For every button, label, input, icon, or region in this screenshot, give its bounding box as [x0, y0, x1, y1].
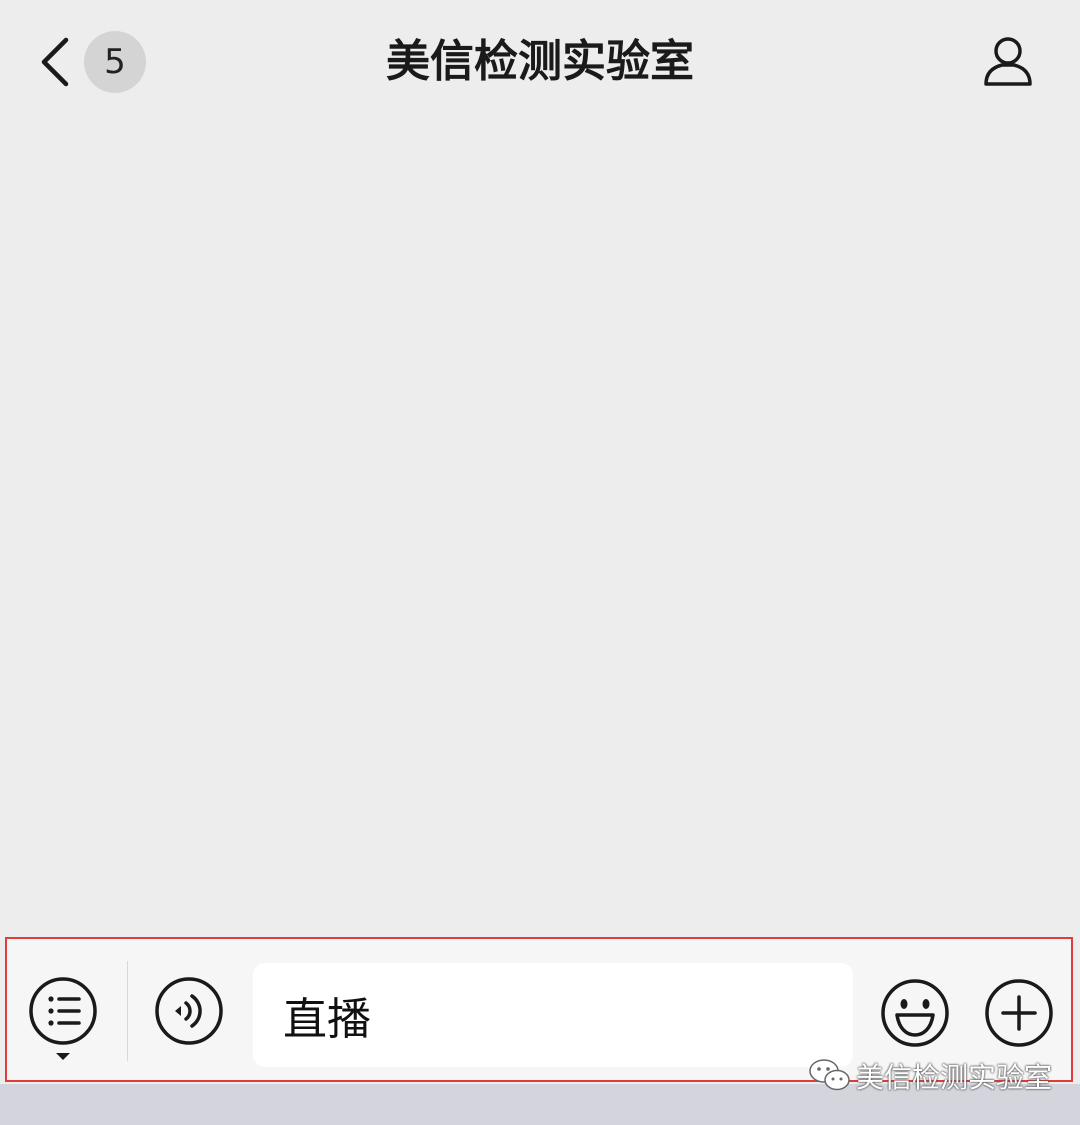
toolbar-divider — [127, 961, 128, 1061]
watermark-text: 美信检测实验室 — [856, 1061, 1053, 1094]
message-input[interactable] — [253, 963, 853, 1067]
chevron-left-icon — [41, 37, 69, 87]
message-area[interactable] — [0, 125, 1080, 935]
chat-header: 5 美信检测实验室 — [0, 0, 1080, 125]
menu-button[interactable] — [29, 975, 101, 1067]
person-icon — [984, 37, 1032, 86]
profile-button[interactable] — [978, 34, 1038, 90]
voice-button[interactable] — [153, 975, 225, 1047]
watermark: 美信检测实验室 — [808, 1056, 1058, 1096]
back-button[interactable] — [36, 36, 78, 88]
emoji-button[interactable] — [879, 977, 951, 1049]
unread-count-badge[interactable]: 5 — [84, 31, 146, 93]
plus-circle-icon — [985, 979, 1053, 1047]
voice-icon — [155, 977, 223, 1045]
chat-title: 美信检测实验室 — [386, 36, 694, 87]
wechat-icon — [809, 1059, 850, 1091]
more-button[interactable] — [983, 977, 1055, 1049]
list-menu-icon — [29, 977, 97, 1060]
smiley-icon — [881, 979, 949, 1047]
